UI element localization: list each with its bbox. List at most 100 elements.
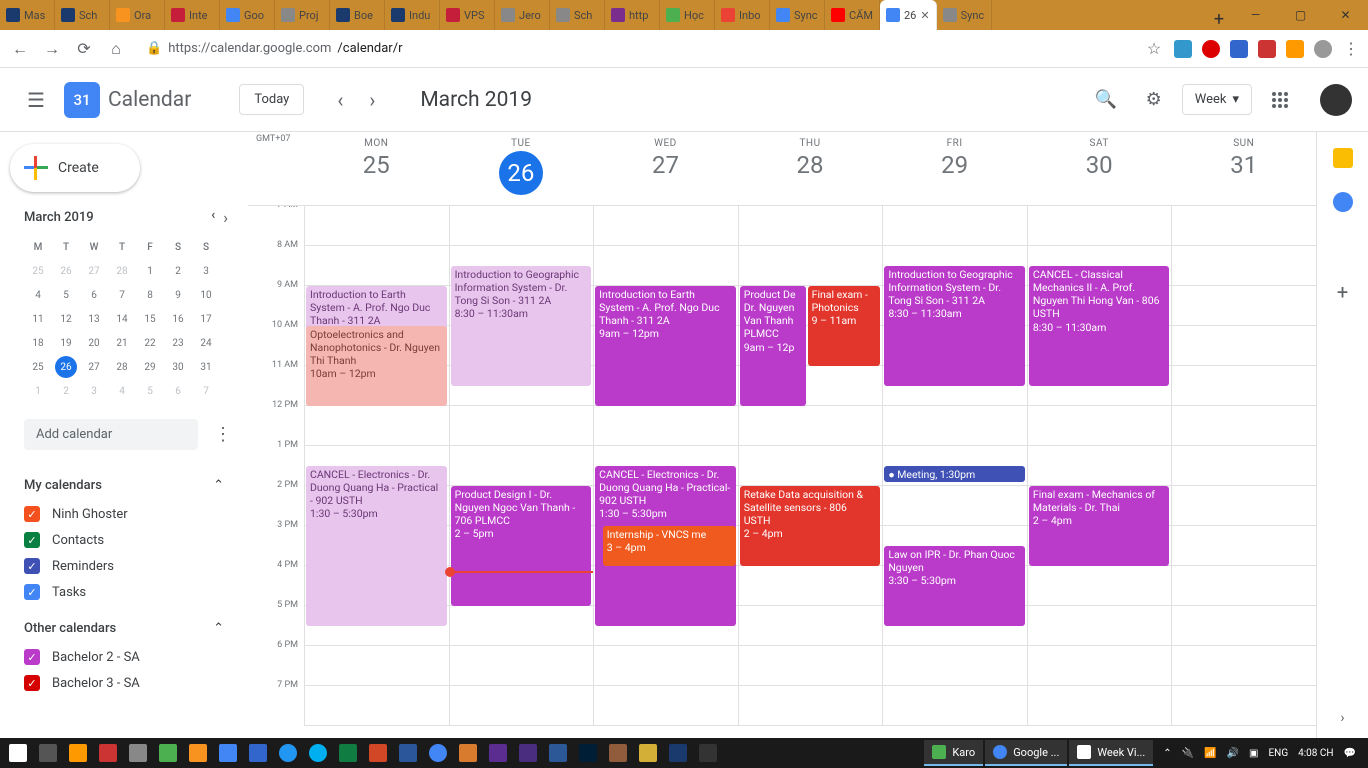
clock[interactable]: 4:08 CH	[1298, 748, 1333, 759]
day-header[interactable]: SAT30	[1027, 132, 1172, 205]
home-button[interactable]: ⌂	[104, 37, 128, 61]
ext-icon[interactable]	[1174, 40, 1192, 58]
settings-icon[interactable]: ⚙	[1134, 80, 1174, 120]
browser-tab[interactable]: CẨM	[825, 0, 880, 30]
day-column[interactable]: CANCEL - Classical Mechanics II - A. Pro…	[1027, 206, 1172, 726]
tb-icon[interactable]	[634, 741, 662, 765]
apps-icon[interactable]	[1260, 80, 1300, 120]
tb-icon[interactable]	[424, 741, 452, 765]
back-button[interactable]: ←	[8, 37, 32, 61]
browser-tab[interactable]: Proj	[275, 0, 330, 30]
browser-tab[interactable]: Inte	[165, 0, 220, 30]
tb-icon[interactable]	[244, 741, 272, 765]
prev-week-button[interactable]: ‹	[324, 84, 356, 116]
tb-icon[interactable]	[334, 741, 362, 765]
minical-next[interactable]: ›	[223, 208, 228, 227]
calendar-event[interactable]: Retake Data acquisition & Satellite sens…	[740, 486, 881, 566]
tb-icon[interactable]	[544, 741, 572, 765]
browser-tab[interactable]: VPS	[440, 0, 495, 30]
tray-chevron-icon[interactable]: ⌃	[1163, 748, 1171, 759]
avatar[interactable]	[1320, 84, 1352, 116]
profile-icon[interactable]	[1314, 40, 1332, 58]
calendar-item[interactable]: ✓Bachelor 3 - SA	[24, 670, 224, 696]
calendar-event[interactable]: Internship - VNCS me3 – 4pm	[603, 526, 736, 566]
tb-icon[interactable]	[124, 741, 152, 765]
browser-tab[interactable]: Sch	[55, 0, 110, 30]
day-column[interactable]: Introduction to Earth System - A. Prof. …	[304, 206, 449, 726]
reload-button[interactable]: ⟳	[72, 37, 96, 61]
calendar-event[interactable]: Introduction to Geographic Information S…	[451, 266, 592, 386]
search-icon[interactable]: 🔍	[1086, 80, 1126, 120]
browser-tab[interactable]: Indu	[385, 0, 440, 30]
tb-icon[interactable]	[484, 741, 512, 765]
day-header[interactable]: FRI29	[882, 132, 1027, 205]
calendar-event[interactable]: Law on IPR - Dr. Phan Quoc Nguyen3:30 – …	[884, 546, 1025, 626]
add-calendar-input[interactable]: Add calendar	[24, 419, 198, 450]
keep-icon[interactable]	[1333, 148, 1353, 168]
forward-button[interactable]: →	[40, 37, 64, 61]
tb-icon[interactable]	[604, 741, 632, 765]
new-tab-button[interactable]: +	[1205, 9, 1233, 30]
day-column[interactable]: Introduction to Geographic Information S…	[882, 206, 1027, 726]
grid-scroll[interactable]: 7 AM8 AM9 AM10 AM11 AM12 PM1 PM2 PM3 PM4…	[248, 206, 1316, 738]
day-header[interactable]: THU28	[738, 132, 883, 205]
view-selector[interactable]: Week ▾	[1182, 84, 1252, 115]
add-addon-icon[interactable]: +	[1337, 280, 1348, 304]
calendar-item[interactable]: ✓Ninh Ghoster	[24, 501, 224, 527]
start-button[interactable]	[4, 741, 32, 765]
calendar-item[interactable]: ✓Reminders	[24, 553, 224, 579]
tb-icon[interactable]	[274, 741, 302, 765]
tb-icon[interactable]	[694, 741, 722, 765]
tb-icon[interactable]	[64, 741, 92, 765]
more-icon[interactable]: ⋮	[206, 424, 240, 445]
day-header[interactable]: TUE26	[449, 132, 594, 205]
calendar-event[interactable]: Introduction to Earth System - A. Prof. …	[595, 286, 736, 406]
taskview-icon[interactable]	[34, 741, 62, 765]
browser-tab[interactable]: Học	[660, 0, 715, 30]
tasks-icon[interactable]	[1333, 192, 1353, 212]
day-column[interactable]: Introduction to Geographic Information S…	[449, 206, 594, 726]
abp-icon[interactable]	[1202, 40, 1220, 58]
tray-icon[interactable]: ▣	[1249, 748, 1258, 759]
minical-grid[interactable]: MTWTFSS252627281234567891011121314151617…	[24, 235, 228, 403]
menu-icon[interactable]: ⋮	[1342, 40, 1360, 58]
browser-tab[interactable]: 26✕	[880, 0, 937, 30]
today-button[interactable]: Today	[239, 84, 304, 115]
calendar-item[interactable]: ✓Bachelor 2 - SA	[24, 644, 224, 670]
tb-icon[interactable]	[214, 741, 242, 765]
calendar-item[interactable]: ✓Contacts	[24, 527, 224, 553]
browser-tab[interactable]: Inbo	[715, 0, 770, 30]
url-field[interactable]: 🔒 https://calendar.google.com/calendar/r	[136, 35, 1134, 63]
tb-icon[interactable]	[394, 741, 422, 765]
day-column[interactable]: Product De Dr. Nguyen Van Thanh PLMCC9am…	[738, 206, 883, 726]
create-button[interactable]: Create	[10, 144, 140, 192]
calendar-event[interactable]: Product De Dr. Nguyen Van Thanh PLMCC9am…	[740, 286, 806, 406]
ext-icon[interactable]	[1258, 40, 1276, 58]
taskbar-app[interactable]: Week Vi...	[1069, 740, 1153, 766]
browser-tab[interactable]: Ora	[110, 0, 165, 30]
other-calendars-header[interactable]: Other calendars⌃	[24, 613, 224, 644]
tb-icon[interactable]	[514, 741, 542, 765]
browser-tab[interactable]: Sync	[937, 0, 992, 30]
browser-tab[interactable]: Boe	[330, 0, 385, 30]
notifications-icon[interactable]: 💬	[1344, 748, 1356, 759]
language-indicator[interactable]: ENG	[1269, 748, 1289, 759]
calendar-event[interactable]: CANCEL - Electronics - Dr. Duong Quang H…	[306, 466, 447, 626]
day-header[interactable]: MON25	[304, 132, 449, 205]
day-header[interactable]: WED27	[593, 132, 738, 205]
day-column[interactable]	[1171, 206, 1316, 726]
day-header[interactable]: SUN31	[1171, 132, 1316, 205]
tb-icon[interactable]	[364, 741, 392, 765]
tb-icon[interactable]	[184, 741, 212, 765]
calendar-event[interactable]: Final exam - Mechanics of Materials - Dr…	[1029, 486, 1170, 566]
power-icon[interactable]: 🔌	[1182, 748, 1194, 759]
calendar-event[interactable]: CANCEL - Classical Mechanics II - A. Pro…	[1029, 266, 1170, 386]
browser-tab[interactable]: Goo	[220, 0, 275, 30]
browser-tab[interactable]: http	[605, 0, 660, 30]
tb-icon[interactable]	[154, 741, 182, 765]
calendar-event[interactable]: Product Design I - Dr. Nguyen Ngoc Van T…	[451, 486, 592, 606]
ext-icon[interactable]	[1286, 40, 1304, 58]
browser-tab[interactable]: Mas	[0, 0, 55, 30]
system-tray[interactable]: ⌃ 🔌 📶 🔊 ▣ ENG 4:08 CH 💬	[1155, 748, 1364, 759]
taskbar-app[interactable]: Karo	[924, 740, 983, 766]
